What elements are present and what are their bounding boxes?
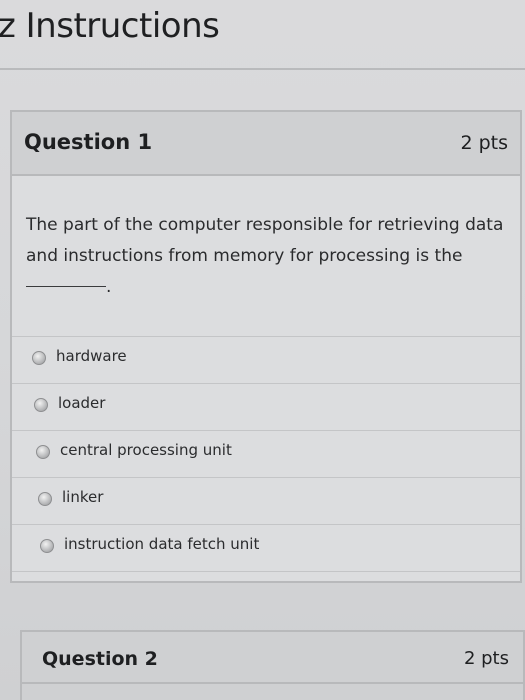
question-1-header: Question 1 2 pts <box>12 112 520 176</box>
question-2-header-divider <box>22 682 523 684</box>
question-1-label: Question 1 <box>24 130 153 154</box>
answer-option-instruction-data-fetch-unit[interactable]: instruction data fetch unit <box>12 524 520 572</box>
question-1-text: The part of the computer responsible for… <box>26 210 506 303</box>
quiz-page: z Instructions Question 1 2 pts The part… <box>0 0 525 700</box>
answer-option-hardware[interactable]: hardware <box>12 336 520 383</box>
radio-button[interactable] <box>36 445 50 459</box>
title-divider <box>0 68 525 70</box>
question-1-prompt-end: . <box>106 277 112 297</box>
radio-button[interactable] <box>40 539 54 553</box>
fill-in-blank <box>26 286 106 287</box>
question-1-card: Question 1 2 pts The part of the compute… <box>10 110 522 583</box>
question-1-prompt: The part of the computer responsible for… <box>26 215 504 266</box>
answer-label[interactable]: linker <box>62 488 103 506</box>
answer-label[interactable]: central processing unit <box>60 441 232 459</box>
question-1-points: 2 pts <box>460 132 508 154</box>
question-2-card: Question 2 2 pts <box>20 630 525 700</box>
question-2-label: Question 2 <box>42 648 158 670</box>
question-2-points: 2 pts <box>463 648 509 669</box>
radio-button[interactable] <box>34 398 48 412</box>
radio-button[interactable] <box>32 351 46 365</box>
answer-list: hardware loader central processing unit … <box>12 336 520 572</box>
answer-option-central-processing-unit[interactable]: central processing unit <box>12 430 520 477</box>
answer-label[interactable]: hardware <box>56 347 127 365</box>
answer-option-loader[interactable]: loader <box>12 383 520 430</box>
radio-button[interactable] <box>38 492 52 506</box>
page-title: z Instructions <box>0 6 220 46</box>
answer-label[interactable]: loader <box>58 394 105 412</box>
answer-option-linker[interactable]: linker <box>12 477 520 524</box>
answer-label[interactable]: instruction data fetch unit <box>64 535 259 553</box>
